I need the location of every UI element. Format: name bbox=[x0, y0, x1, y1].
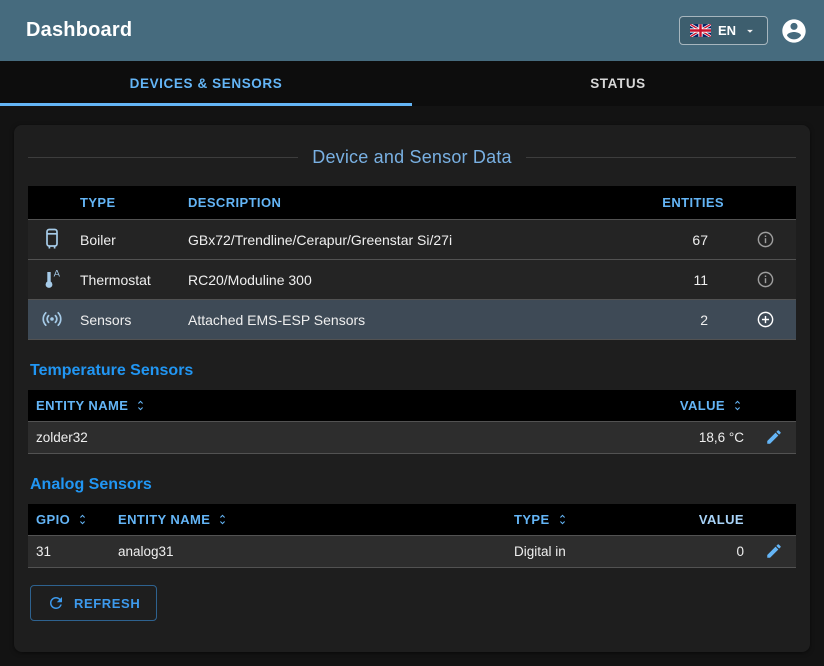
col-gpio[interactable]: GPIO bbox=[28, 504, 110, 536]
sensor-type: Digital in bbox=[506, 536, 656, 568]
active-tab-indicator bbox=[0, 103, 412, 106]
tab-bar: DEVICES & SENSORS STATUS bbox=[0, 61, 824, 106]
device-type: Thermostat bbox=[72, 260, 180, 300]
info-button[interactable] bbox=[756, 230, 775, 249]
sort-icon bbox=[731, 399, 744, 412]
device-row-thermostat[interactable]: A Thermostat RC20/Moduline 300 11 bbox=[28, 260, 796, 300]
col-action bbox=[752, 504, 796, 536]
refresh-label: REFRESH bbox=[74, 596, 140, 611]
col-gpio-label: GPIO bbox=[36, 512, 70, 527]
devices-table-header: TYPE DESCRIPTION ENTITIES bbox=[28, 186, 796, 220]
sensors-icon bbox=[40, 307, 64, 331]
add-circle-icon bbox=[756, 310, 775, 329]
device-type: Boiler bbox=[72, 220, 180, 260]
col-value-label: VALUE bbox=[680, 398, 725, 413]
temperature-sensors-heading: Temperature Sensors bbox=[30, 362, 794, 380]
sensor-value: 18,6 °C bbox=[622, 422, 752, 454]
section-title: Device and Sensor Data bbox=[28, 147, 796, 168]
col-type-label: TYPE bbox=[514, 512, 550, 527]
analog-sensor-row[interactable]: 31 analog31 Digital in 0 bbox=[28, 536, 796, 568]
refresh-icon bbox=[47, 594, 65, 612]
device-description: Attached EMS-ESP Sensors bbox=[180, 300, 638, 340]
thermostat-icon: A bbox=[40, 267, 64, 291]
col-type: TYPE bbox=[72, 186, 180, 220]
account-icon bbox=[780, 17, 808, 45]
refresh-button[interactable]: REFRESH bbox=[30, 585, 157, 621]
col-entity-name[interactable]: ENTITY NAME bbox=[28, 390, 622, 422]
analog-sensors-table: GPIO ENTITY NAME bbox=[28, 504, 796, 568]
edit-pencil-icon bbox=[765, 428, 783, 446]
col-type[interactable]: TYPE bbox=[506, 504, 656, 536]
edit-sensor-button[interactable] bbox=[765, 428, 783, 446]
sensor-entity-name: analog31 bbox=[110, 536, 506, 568]
uk-flag-icon bbox=[690, 24, 711, 37]
device-description: RC20/Moduline 300 bbox=[180, 260, 638, 300]
info-button[interactable] bbox=[756, 270, 775, 289]
edit-sensor-button[interactable] bbox=[765, 542, 783, 560]
col-value[interactable]: VALUE bbox=[622, 390, 752, 422]
page-title: Dashboard bbox=[26, 19, 132, 42]
devices-table: TYPE DESCRIPTION ENTITIES bbox=[28, 186, 796, 340]
col-device-icon bbox=[28, 186, 72, 220]
tab-status[interactable]: STATUS bbox=[412, 61, 824, 106]
app: Dashboard EN bbox=[0, 0, 824, 666]
section-title-text: Device and Sensor Data bbox=[312, 147, 512, 168]
analog-sensors-heading: Analog Sensors bbox=[30, 476, 794, 494]
boiler-icon bbox=[40, 227, 64, 251]
device-row-boiler[interactable]: Boiler GBx72/Trendline/Cerapur/Greenstar… bbox=[28, 220, 796, 260]
col-entity-name-label: ENTITY NAME bbox=[36, 398, 128, 413]
info-icon bbox=[756, 230, 775, 249]
appbar-actions: EN bbox=[679, 16, 808, 45]
sort-icon bbox=[76, 513, 89, 526]
sort-icon bbox=[556, 513, 569, 526]
col-entities: ENTITIES bbox=[638, 186, 734, 220]
sort-icon bbox=[216, 513, 229, 526]
col-description: DESCRIPTION bbox=[180, 186, 638, 220]
device-description: GBx72/Trendline/Cerapur/Greenstar Si/27i bbox=[180, 220, 638, 260]
dashboard-card: Device and Sensor Data TYPE DESCRIPTION … bbox=[14, 125, 810, 652]
info-icon bbox=[756, 270, 775, 289]
col-value[interactable]: VALUE bbox=[656, 504, 752, 536]
sort-icon bbox=[134, 399, 147, 412]
temperature-sensors-table: ENTITY NAME VALUE bbox=[28, 390, 796, 454]
language-selector[interactable]: EN bbox=[679, 16, 768, 45]
app-bar: Dashboard EN bbox=[0, 0, 824, 61]
device-type: Sensors bbox=[72, 300, 180, 340]
sensor-gpio: 31 bbox=[28, 536, 110, 568]
add-sensor-button[interactable] bbox=[756, 310, 775, 329]
edit-pencil-icon bbox=[765, 542, 783, 560]
col-action bbox=[752, 390, 796, 422]
divider-line bbox=[526, 157, 796, 158]
col-action bbox=[734, 186, 796, 220]
sensor-value: 0 bbox=[656, 536, 752, 568]
analog-table-header: GPIO ENTITY NAME bbox=[28, 504, 796, 536]
sensor-entity-name: zolder32 bbox=[28, 422, 622, 454]
col-entity-name[interactable]: ENTITY NAME bbox=[110, 504, 506, 536]
temperature-table-header: ENTITY NAME VALUE bbox=[28, 390, 796, 422]
temperature-sensor-row[interactable]: zolder32 18,6 °C bbox=[28, 422, 796, 454]
device-entities: 2 bbox=[638, 300, 734, 340]
caret-down-icon bbox=[743, 24, 757, 38]
tab-devices-sensors[interactable]: DEVICES & SENSORS bbox=[0, 61, 412, 106]
device-entities: 67 bbox=[638, 220, 734, 260]
device-row-sensors[interactable]: Sensors Attached EMS-ESP Sensors 2 bbox=[28, 300, 796, 340]
content: Device and Sensor Data TYPE DESCRIPTION … bbox=[0, 106, 824, 666]
divider-line bbox=[28, 157, 298, 158]
col-entity-name-label: ENTITY NAME bbox=[118, 512, 210, 527]
language-label: EN bbox=[718, 23, 736, 38]
svg-text:A: A bbox=[54, 269, 61, 280]
account-button[interactable] bbox=[780, 17, 808, 45]
device-entities: 11 bbox=[638, 260, 734, 300]
